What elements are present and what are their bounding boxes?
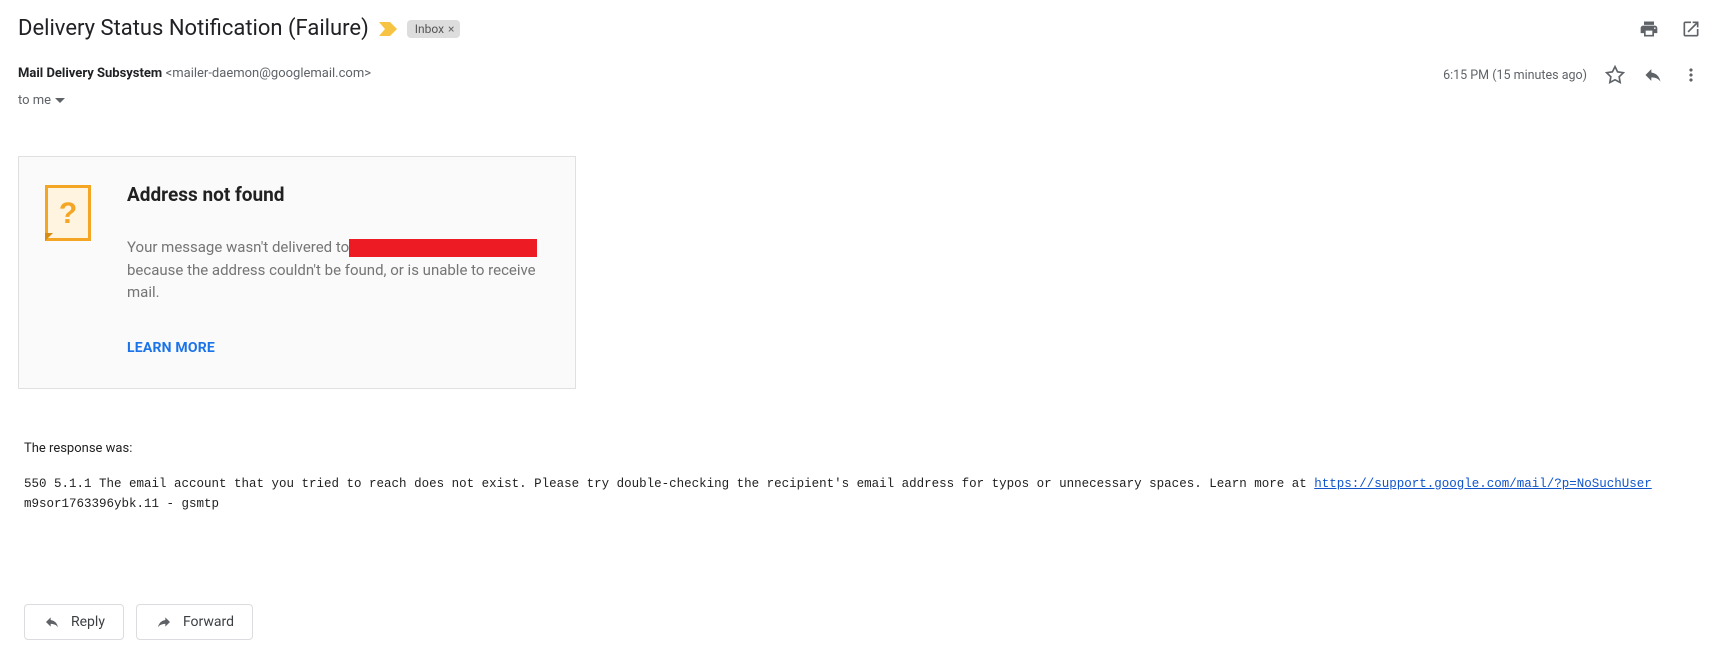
svg-text:?: ? bbox=[59, 197, 77, 230]
chevron-down-icon[interactable] bbox=[55, 98, 65, 104]
reply-icon[interactable] bbox=[1643, 65, 1663, 85]
redacted-address bbox=[349, 239, 537, 257]
response-label: The response was: bbox=[24, 441, 1701, 456]
email-timestamp: 6:15 PM (15 minutes ago) bbox=[1443, 68, 1587, 83]
inbox-label-chip[interactable]: Inbox × bbox=[407, 20, 461, 38]
response-text: 550 5.1.1 The email account that you tri… bbox=[24, 474, 1701, 514]
card-title: Address not found bbox=[127, 183, 549, 206]
message-before: Your message wasn't delivered to bbox=[127, 238, 349, 256]
remove-label-icon[interactable]: × bbox=[448, 22, 454, 36]
response-before-link: 550 5.1.1 The email account that you tri… bbox=[24, 477, 1314, 491]
action-buttons: Reply Forward bbox=[24, 604, 1701, 640]
response-after-link: m9sor1763396ybk.11 - gsmtp bbox=[24, 497, 219, 511]
star-icon[interactable] bbox=[1605, 65, 1625, 85]
forward-button[interactable]: Forward bbox=[136, 604, 253, 640]
open-new-window-icon[interactable] bbox=[1681, 19, 1701, 39]
email-header-row: Delivery Status Notification (Failure) I… bbox=[18, 16, 1701, 41]
learn-more-link[interactable]: LEARN MORE bbox=[127, 340, 549, 356]
error-document-icon: ? bbox=[45, 185, 91, 356]
message-after: because the address couldn't be found, o… bbox=[127, 261, 536, 302]
recipient-row[interactable]: to me bbox=[18, 93, 1701, 108]
reply-button-label: Reply bbox=[71, 614, 105, 630]
header-actions bbox=[1639, 19, 1701, 39]
print-icon[interactable] bbox=[1639, 19, 1659, 39]
forward-button-label: Forward bbox=[183, 614, 234, 630]
subject-area: Delivery Status Notification (Failure) I… bbox=[18, 16, 460, 41]
sender-info: Mail Delivery Subsystem <mailer-daemon@g… bbox=[18, 65, 371, 81]
more-options-icon[interactable] bbox=[1681, 65, 1701, 85]
card-content: Address not found Your message wasn't de… bbox=[127, 183, 549, 356]
card-message: Your message wasn't delivered to because… bbox=[127, 236, 549, 304]
email-subject: Delivery Status Notification (Failure) bbox=[18, 16, 369, 41]
reply-button[interactable]: Reply bbox=[24, 604, 124, 640]
recipient-text: to me bbox=[18, 93, 51, 108]
error-card: ? Address not found Your message wasn't … bbox=[18, 156, 576, 389]
label-text: Inbox bbox=[415, 22, 444, 36]
sender-email: <mailer-daemon@googlemail.com> bbox=[166, 66, 371, 81]
support-link[interactable]: https://support.google.com/mail/?p=NoSuc… bbox=[1314, 477, 1652, 491]
sender-name: Mail Delivery Subsystem bbox=[18, 66, 162, 81]
sender-row: Mail Delivery Subsystem <mailer-daemon@g… bbox=[18, 65, 1701, 85]
importance-marker-icon[interactable] bbox=[379, 22, 397, 36]
sender-meta: 6:15 PM (15 minutes ago) bbox=[1443, 65, 1701, 85]
